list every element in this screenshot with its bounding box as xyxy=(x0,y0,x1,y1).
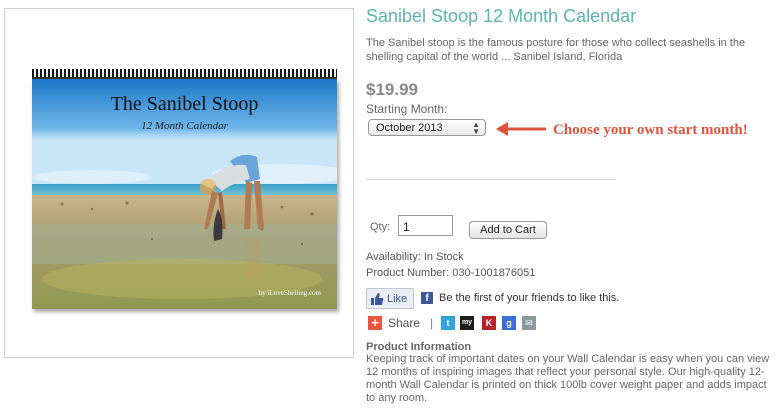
thumbs-up-icon xyxy=(371,293,384,305)
product-title: Sanibel Stoop 12 Month Calendar xyxy=(366,6,637,26)
calendar-credit: by iLoveShelling.com xyxy=(258,289,321,297)
kaboodle-icon[interactable]: K xyxy=(482,316,496,330)
red-arrow-icon xyxy=(496,122,546,136)
product-price: $19.99 xyxy=(366,80,418,99)
share-plus-icon[interactable]: + xyxy=(368,316,382,330)
quantity-label: Qty: xyxy=(370,221,391,233)
divider xyxy=(366,179,616,180)
facebook-social-text: Be the first of your friends to like thi… xyxy=(439,292,620,304)
starting-month-value: October 2013 xyxy=(376,122,443,134)
email-icon[interactable]: ✉ xyxy=(522,316,536,330)
starting-month-label: Starting Month: xyxy=(366,102,448,116)
availability-status: Availability: In Stock xyxy=(366,251,464,263)
calendar-subtitle: 12 Month Calendar xyxy=(141,120,228,132)
google-icon[interactable]: g xyxy=(502,316,516,330)
select-arrows-icon: ▲ ▼ xyxy=(472,120,480,136)
twitter-icon[interactable]: t xyxy=(441,316,455,330)
product-information-body: Keeping track of important dates on your… xyxy=(366,353,770,404)
product-description: The Sanibel stoop is the famous posture … xyxy=(366,37,746,63)
share-separator: | xyxy=(430,316,434,330)
calendar-title: The Sanibel Stoop xyxy=(110,93,259,115)
calendar-photo: The Sanibel Stoop 12 Month Calendar by i… xyxy=(32,79,337,309)
facebook-like-button[interactable]: Like xyxy=(366,288,414,309)
start-month-annotation: Choose your own start month! xyxy=(553,122,748,138)
myspace-icon[interactable]: my xyxy=(460,316,474,330)
starting-month-select[interactable]: October 2013 ▲ ▼ xyxy=(368,119,486,136)
product-information-heading: Product Information xyxy=(366,341,472,353)
facebook-icon: f xyxy=(421,292,433,304)
like-label: Like xyxy=(387,293,408,305)
product-image-frame[interactable]: The Sanibel Stoop 12 Month Calendar by i… xyxy=(4,8,354,358)
calendar-image: The Sanibel Stoop 12 Month Calendar by i… xyxy=(32,69,337,309)
add-to-cart-button[interactable]: Add to Cart xyxy=(469,221,547,239)
product-number: Product Number: 030-1001876051 xyxy=(366,267,536,279)
quantity-input[interactable] xyxy=(398,215,453,236)
share-label[interactable]: Share xyxy=(388,316,420,330)
